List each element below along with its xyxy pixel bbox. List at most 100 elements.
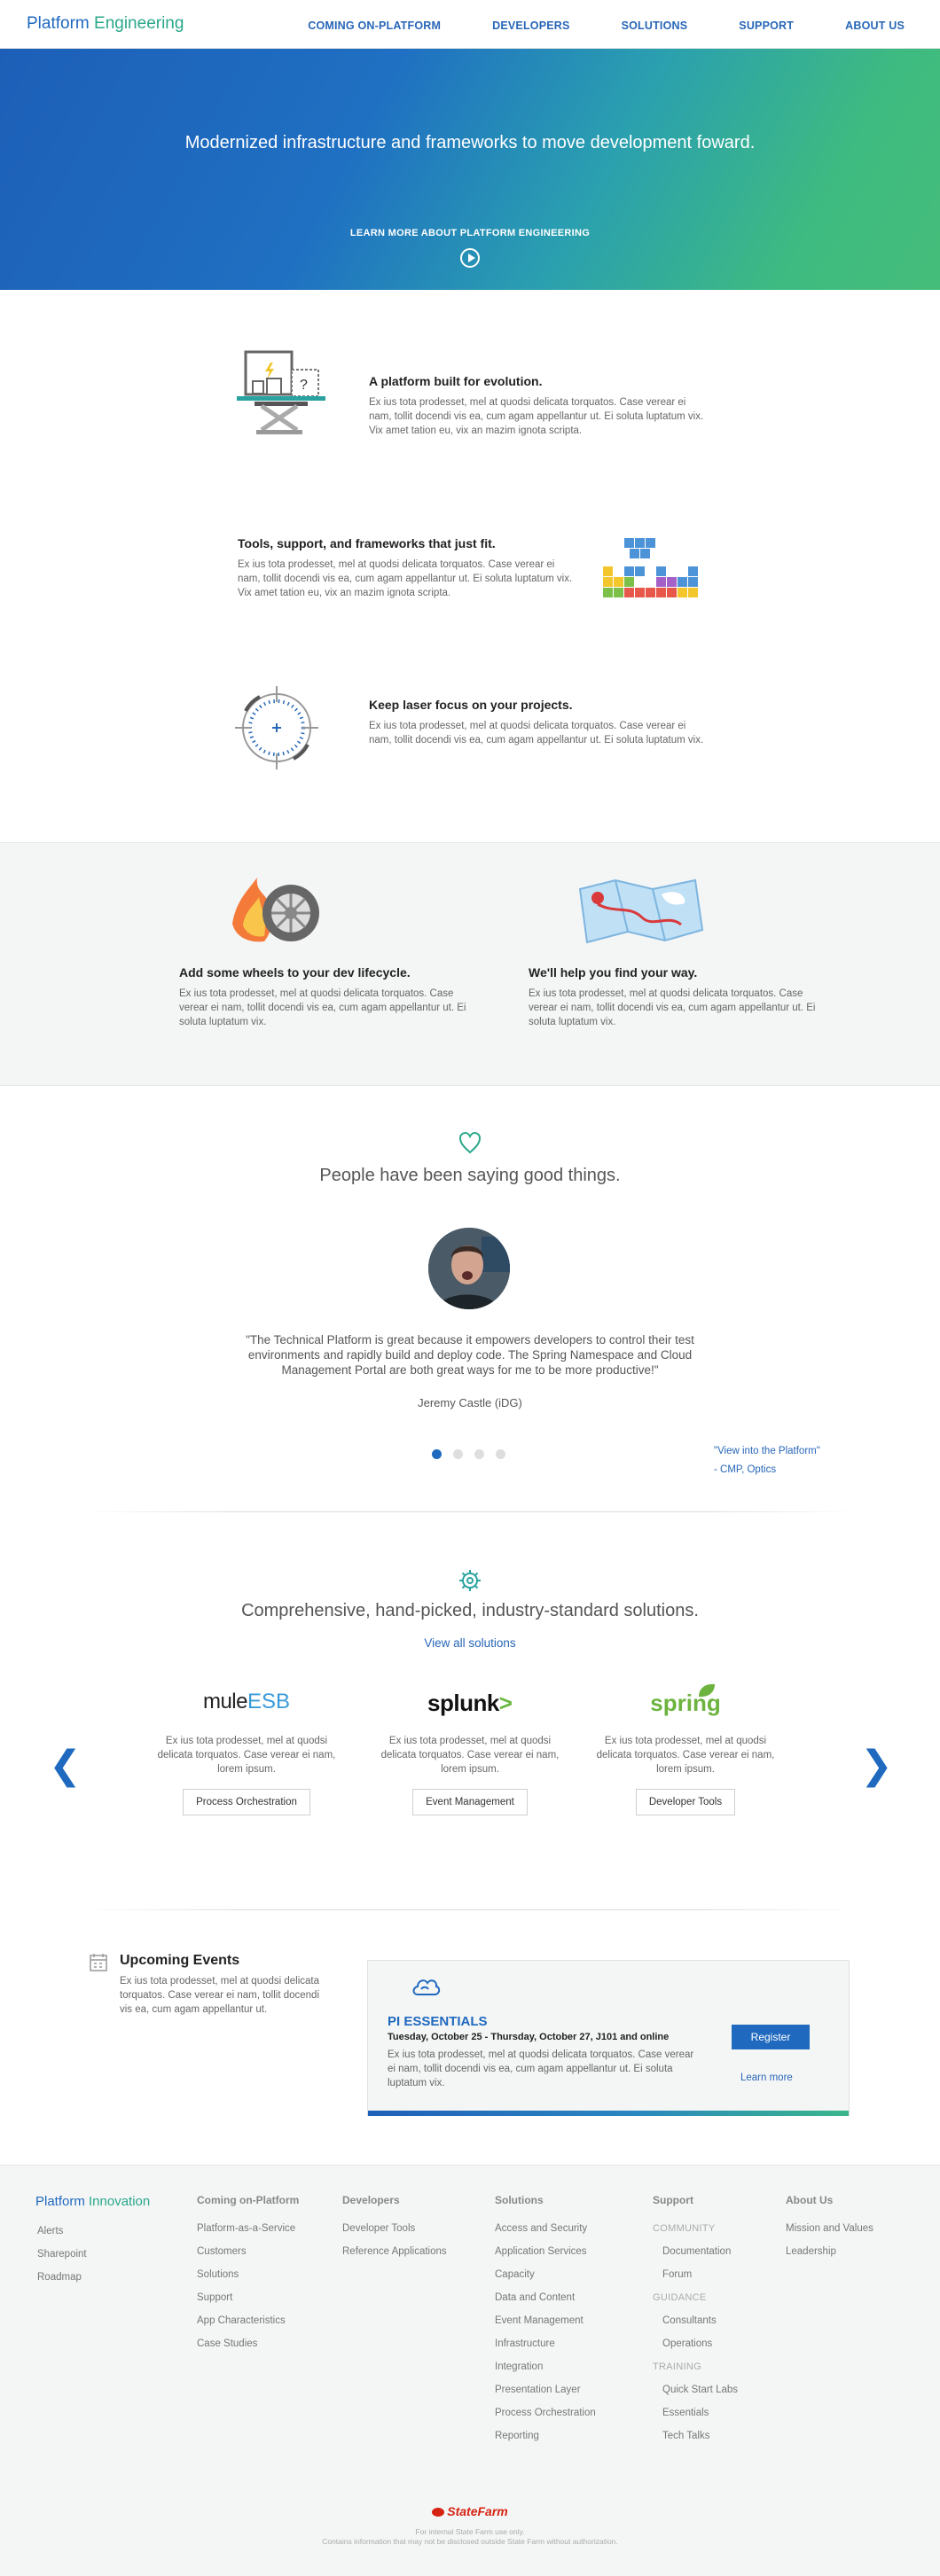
footer-link-roadmap[interactable]: Roadmap <box>35 2266 150 2289</box>
carousel-dot-2[interactable] <box>453 1449 463 1459</box>
carousel-dot-4[interactable] <box>496 1449 505 1459</box>
carousel-dot-3[interactable] <box>474 1449 484 1459</box>
footer-dev-head[interactable]: Developers <box>342 2194 447 2206</box>
footer-about-head[interactable]: About Us <box>786 2194 873 2206</box>
hero-headline: Modernized infrastructure and frameworks… <box>184 133 756 152</box>
nav-developers[interactable]: DEVELOPERS <box>492 20 569 32</box>
footer-link-access-security[interactable]: Access and Security <box>495 2217 596 2240</box>
footer-link-mission-values[interactable]: Mission and Values <box>786 2217 873 2240</box>
footer-link-consultants[interactable]: Consultants <box>653 2309 738 2332</box>
side-link-title: "View into the Platform" <box>714 1446 820 1456</box>
top-nav: Platform Engineering COMING ON-PLATFORM … <box>0 0 940 49</box>
gear-icon <box>459 1570 481 1591</box>
leaf-icon <box>699 1683 715 1698</box>
footer-solutions-head[interactable]: Solutions <box>495 2194 596 2206</box>
feature-3: Keep laser focus on your projects. Ex iu… <box>369 698 706 747</box>
feature-1: A platform built for evolution. Ex ius t… <box>369 374 706 438</box>
nav-solutions[interactable]: SOLUTIONS <box>622 20 688 32</box>
footer-link-documentation[interactable]: Documentation <box>653 2240 738 2263</box>
heart-icon <box>458 1131 482 1154</box>
side-link-sub: - CMP, Optics <box>714 1464 777 1475</box>
footer-link-infrastructure[interactable]: Infrastructure <box>495 2332 596 2355</box>
footer: Platform Innovation Alerts Sharepoint Ro… <box>0 2165 940 2576</box>
nav-links: COMING ON-PLATFORM DEVELOPERS SOLUTIONS … <box>308 20 905 32</box>
footer-link-application-services[interactable]: Application Services <box>495 2240 596 2263</box>
solution-spring: spring Ex ius tota prodesset, mel at quo… <box>592 1683 779 1815</box>
upcoming-events-body: Ex ius tota prodesset, mel at quodsi del… <box>120 1976 320 2015</box>
process-orchestration-button[interactable]: Process Orchestration <box>183 1789 310 1815</box>
map-illustration <box>578 878 704 944</box>
footer-link-data-content[interactable]: Data and Content <box>495 2286 596 2309</box>
footer-link-presentation-layer[interactable]: Presentation Layer <box>495 2378 596 2401</box>
footer-support-head[interactable]: Support <box>653 2194 738 2206</box>
event-title: PI ESSENTIALS <box>388 2014 488 2029</box>
fine-print-line-2: Contains information that may not be dis… <box>322 2537 618 2546</box>
lifecycle-section: Add some wheels to your dev lifecycle. E… <box>0 842 940 1086</box>
footer-link-case-studies[interactable]: Case Studies <box>197 2332 299 2355</box>
spring-body: Ex ius tota prodesset, mel at quodsi del… <box>596 1736 775 1775</box>
footer-link-quick-start-labs[interactable]: Quick Start Labs <box>653 2378 738 2401</box>
footer-support-col: Support COMMUNITY Documentation Forum GU… <box>653 2194 738 2447</box>
view-into-platform-link[interactable]: "View into the Platform" - CMP, Optics <box>714 1442 820 1479</box>
footer-link-event-management[interactable]: Event Management <box>495 2309 596 2332</box>
footer-link-solutions[interactable]: Solutions <box>197 2263 299 2286</box>
developer-tools-button[interactable]: Developer Tools <box>635 1789 736 1815</box>
solution-splunk: splunk> Ex ius tota prodesset, mel at qu… <box>377 1690 563 1815</box>
footer-link-customers[interactable]: Customers <box>197 2240 299 2263</box>
footer-brand[interactable]: Platform Innovation <box>35 2194 150 2209</box>
view-all-solutions-link[interactable]: View all solutions <box>0 1636 940 1650</box>
footer-cat-community: COMMUNITY <box>653 2223 716 2234</box>
carousel-dots <box>432 1449 505 1459</box>
footer-link-essentials[interactable]: Essentials <box>653 2401 738 2424</box>
footer-coming-head[interactable]: Coming on-Platform <box>197 2194 299 2206</box>
fine-print-line-1: For internal State Farm use only. <box>415 2527 525 2536</box>
splunk-logo-text: splunk <box>427 1690 499 1716</box>
feature-1-body: Ex ius tota prodesset, mel at quodsi del… <box>369 397 704 436</box>
footer-link-reference-apps[interactable]: Reference Applications <box>342 2240 447 2263</box>
event-card: PI ESSENTIALS Tuesday, October 25 - Thur… <box>367 1960 850 2116</box>
footer-link-forum[interactable]: Forum <box>653 2263 738 2286</box>
footer-link-support[interactable]: Support <box>197 2286 299 2309</box>
event-management-button[interactable]: Event Management <box>412 1789 528 1815</box>
footer-link-sharepoint[interactable]: Sharepoint <box>35 2243 150 2266</box>
testimonial-author: Jeremy Castle (iDG) <box>418 1396 522 1409</box>
testimonial-quote: "The Technical Platform is great because… <box>246 1333 694 1377</box>
footer-link-process-orchestration[interactable]: Process Orchestration <box>495 2401 596 2424</box>
nav-coming-on-platform[interactable]: COMING ON-PLATFORM <box>308 20 441 32</box>
feature-2-body: Ex ius tota prodesset, mel at quodsi del… <box>238 559 573 598</box>
footer-link-paas[interactable]: Platform-as-a-Service <box>197 2217 299 2240</box>
learn-more-link[interactable]: Learn more <box>740 2073 793 2083</box>
footer-link-capacity[interactable]: Capacity <box>495 2263 596 2286</box>
carousel-next-arrow[interactable]: ❯ <box>860 1743 893 1788</box>
footer-brand-col: Platform Innovation Alerts Sharepoint Ro… <box>35 2194 150 2289</box>
splunk-logo: splunk> <box>377 1690 563 1727</box>
carousel-prev-arrow[interactable]: ❮ <box>49 1743 82 1788</box>
testimonials-section: People have been saying good things. "Th… <box>0 1086 940 1511</box>
carousel-dot-1[interactable] <box>432 1449 442 1459</box>
footer-link-developer-tools[interactable]: Developer Tools <box>342 2217 447 2240</box>
statefarm-emblem-icon <box>432 2508 445 2517</box>
crosshair-illustration <box>235 686 318 769</box>
hero-learn-more-link[interactable]: LEARN MORE ABOUT PLATFORM ENGINEERING <box>0 228 940 238</box>
features-section: ? A platform built for evolution. Ex ius… <box>0 290 940 842</box>
splunk-body: Ex ius tota prodesset, mel at quodsi del… <box>380 1736 560 1775</box>
footer-link-alerts[interactable]: Alerts <box>35 2220 150 2243</box>
footer-link-reporting[interactable]: Reporting <box>495 2424 596 2447</box>
hero-banner: Modernized infrastructure and frameworks… <box>0 49 940 290</box>
brand-logo[interactable]: Platform Engineering <box>27 14 184 34</box>
footer-link-leadership[interactable]: Leadership <box>786 2240 873 2263</box>
footer-fine-print: For internal State Farm use only. Contai… <box>0 2527 940 2547</box>
footer-link-operations[interactable]: Operations <box>653 2332 738 2355</box>
event-body: Ex ius tota prodesset, mel at quodsi del… <box>388 2049 694 2088</box>
spring-logo: spring <box>592 1683 779 1727</box>
statefarm-logo-text: StateFarm <box>447 2504 508 2518</box>
nav-about-us[interactable]: ABOUT US <box>845 20 905 32</box>
play-icon[interactable] <box>460 248 480 268</box>
wheels-title: Add some wheels to your dev lifecycle. <box>179 965 411 980</box>
footer-link-tech-talks[interactable]: Tech Talks <box>653 2424 738 2447</box>
footer-link-integration[interactable]: Integration <box>495 2355 596 2378</box>
footer-coming-col: Coming on-Platform Platform-as-a-Service… <box>197 2194 299 2355</box>
footer-link-app-characteristics[interactable]: App Characteristics <box>197 2309 299 2332</box>
nav-support[interactable]: SUPPORT <box>739 20 794 32</box>
register-button[interactable]: Register <box>732 2025 810 2049</box>
